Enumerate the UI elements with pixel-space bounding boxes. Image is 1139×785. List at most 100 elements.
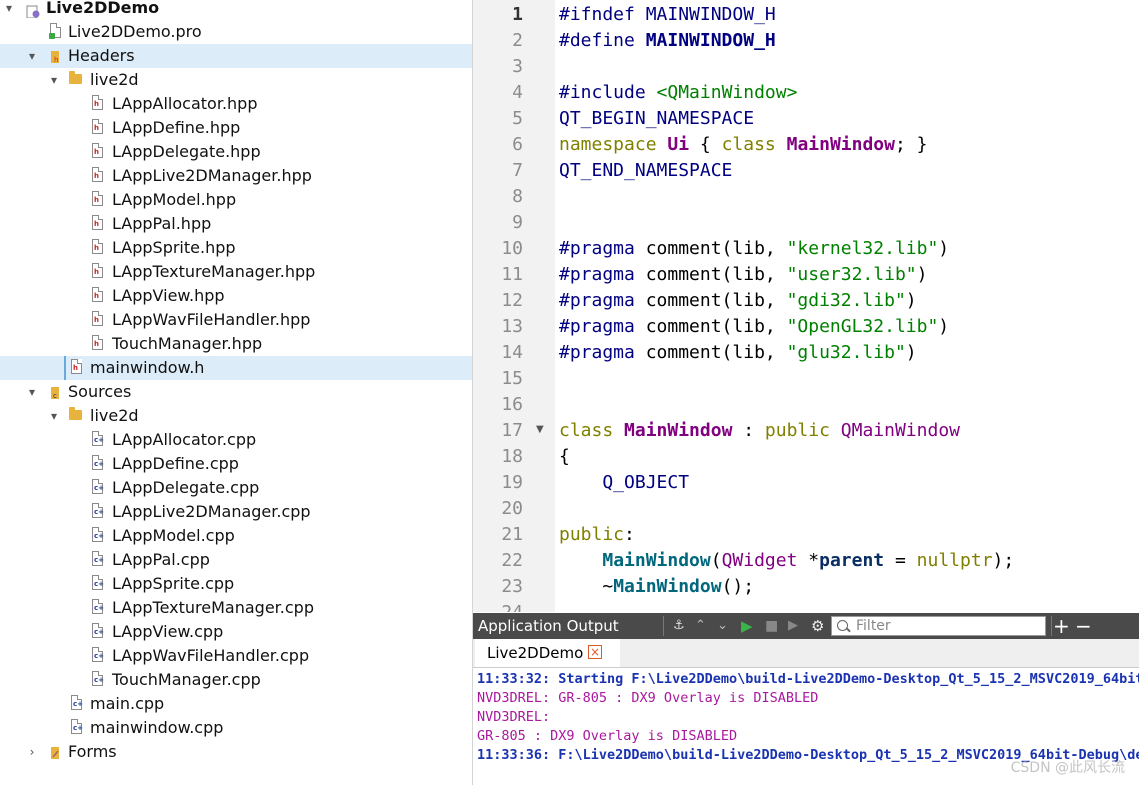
code-line: namespace Ui { class MainWindow; } [559, 134, 928, 155]
line-number: 12 [501, 290, 523, 311]
header-file-icon: h [92, 239, 103, 254]
chevron-down-icon[interactable]: ▾ [25, 380, 39, 404]
tree-item-sources[interactable]: ▾ c Sources [0, 380, 472, 404]
line-number: 7 [512, 160, 523, 181]
run-icon[interactable]: ▶ [741, 613, 753, 639]
tree-label-file: LAppLive2DManager.cpp [112, 502, 311, 521]
tree-item-project[interactable]: ▾ Live2DDemo [0, 0, 472, 20]
sources-folder-icon: c [49, 384, 61, 400]
search-icon [837, 620, 848, 631]
source-file-icon: c+ [71, 719, 83, 734]
line-number: 6 [512, 134, 523, 155]
output-tab-live2ddemo[interactable]: Live2DDemo × [475, 639, 620, 667]
code-line: #pragma comment(lib, "glu32.lib") [559, 342, 917, 363]
tree-item-mainwindow-cpp[interactable]: c+ mainwindow.cpp [0, 716, 472, 740]
tree-item-sources-live2d[interactable]: ▾ live2d [0, 404, 472, 428]
chevron-right-icon[interactable]: › [25, 740, 39, 764]
tree-item-header-file[interactable]: h TouchManager.hpp [0, 332, 472, 356]
tree-item-source-file[interactable]: c+ LAppTextureManager.cpp [0, 596, 472, 620]
gear-icon[interactable]: ⚙ [811, 613, 824, 639]
tree-item-headers[interactable]: ▾ h Headers [0, 44, 472, 68]
tree-item-source-file[interactable]: c+ LAppPal.cpp [0, 548, 472, 572]
headers-folder-icon: h [49, 48, 61, 64]
line-number: 2 [512, 30, 523, 51]
tree-item-source-file[interactable]: c+ LAppWavFileHandler.cpp [0, 644, 472, 668]
tree-item-source-file[interactable]: c+ TouchManager.cpp [0, 668, 472, 692]
debug-icon[interactable]: ▶ [788, 613, 798, 639]
tree-item-header-file[interactable]: h LAppModel.hpp [0, 188, 472, 212]
tree-item-header-file[interactable]: h LAppPal.hpp [0, 212, 472, 236]
code-line: ~MainWindow(); [559, 576, 755, 597]
output-tab-bar: Live2DDemo × [473, 639, 1139, 668]
filter-input[interactable]: Filter [831, 616, 1046, 636]
chevron-down-icon[interactable]: ▾ [25, 44, 39, 68]
output-line: 11:33:32: Starting F:\Live2DDemo\build-L… [477, 671, 1139, 687]
code-line: #pragma comment(lib, "gdi32.lib") [559, 290, 917, 311]
header-file-icon: h [92, 191, 103, 206]
tree-item-headers-live2d[interactable]: ▾ live2d [0, 68, 472, 92]
code-editor[interactable]: 1 2 3 4 5 6 7 8 9 10 11 12 13 14 15 16 1… [473, 0, 1139, 612]
line-number: 22 [501, 550, 523, 571]
source-file-icon: c+ [92, 599, 104, 614]
code-line: public: [559, 524, 635, 545]
svg-text:h: h [54, 56, 58, 64]
tree-item-header-file[interactable]: h LAppDefine.hpp [0, 116, 472, 140]
tree-item-pro-file[interactable]: Live2DDemo.pro [0, 20, 472, 44]
stop-icon[interactable]: ■ [765, 613, 778, 639]
tree-item-header-file[interactable]: h LAppView.hpp [0, 284, 472, 308]
tree-item-header-file[interactable]: h LAppTextureManager.hpp [0, 260, 472, 284]
line-number: 8 [512, 186, 523, 207]
tree-label-file: LAppSprite.cpp [112, 574, 235, 593]
tree-item-header-file[interactable]: h LAppSprite.hpp [0, 236, 472, 260]
source-file-icon: c+ [92, 623, 104, 638]
tree-item-source-file[interactable]: c+ LAppModel.cpp [0, 524, 472, 548]
chevron-down-icon[interactable]: ▾ [47, 68, 61, 92]
source-file-icon: c+ [92, 647, 104, 662]
chevron-up-icon[interactable]: ⌃ [695, 613, 706, 639]
tree-item-header-file[interactable]: h LAppDelegate.hpp [0, 140, 472, 164]
tree-item-source-file[interactable]: c+ LAppView.cpp [0, 620, 472, 644]
output-line: NVD3DREL: GR-805 : DX9 Overlay is DISABL… [477, 690, 819, 706]
chevron-down-icon[interactable]: ▾ [47, 404, 61, 428]
tree-item-source-file[interactable]: c+ LAppSprite.cpp [0, 572, 472, 596]
fold-marker-icon[interactable]: ▼ [536, 424, 544, 435]
line-number: 15 [501, 368, 523, 389]
tree-label-file: LAppPal.cpp [112, 550, 210, 569]
tree-item-header-file[interactable]: h LAppAllocator.hpp [0, 92, 472, 116]
tree-item-forms[interactable]: › Forms [0, 740, 472, 764]
tree-label-file: LAppPal.hpp [112, 214, 212, 233]
tree-label-headers: Headers [68, 46, 135, 65]
project-tree: ▾ Live2DDemo Live2DDemo.pro ▾ h Headers … [0, 0, 473, 785]
tree-label-file: TouchManager.cpp [112, 670, 261, 689]
tree-item-source-file[interactable]: c+ LAppDefine.cpp [0, 452, 472, 476]
tree-label-file: LAppAllocator.hpp [112, 94, 258, 113]
attach-icon[interactable]: ⚓ [673, 613, 685, 639]
code-line: { [559, 446, 570, 467]
tree-item-source-file[interactable]: c+ LAppDelegate.cpp [0, 476, 472, 500]
source-file-icon: c+ [92, 527, 104, 542]
tree-label-file: LAppWavFileHandler.hpp [112, 310, 311, 329]
tree-label-file: LAppTextureManager.cpp [112, 598, 314, 617]
tree-label-file: mainwindow.h [90, 358, 205, 377]
source-file-icon: c+ [92, 455, 104, 470]
chevron-down-icon[interactable]: ▾ [2, 0, 16, 20]
plus-icon[interactable]: + [1053, 613, 1070, 639]
tree-item-header-file[interactable]: h LAppWavFileHandler.hpp [0, 308, 472, 332]
tree-item-source-file[interactable]: c+ LAppLive2DManager.cpp [0, 500, 472, 524]
output-log[interactable]: 11:33:32: Starting F:\Live2DDemo\build-L… [473, 668, 1139, 785]
tree-item-mainwindow-h[interactable]: h mainwindow.h [0, 356, 472, 380]
source-file-icon: c+ [92, 575, 104, 590]
minus-icon[interactable]: − [1075, 613, 1092, 639]
header-file-icon: h [71, 359, 82, 374]
output-line: NVD3DREL: [477, 709, 551, 725]
tree-item-source-file[interactable]: c+ LAppAllocator.cpp [0, 428, 472, 452]
tree-item-header-file[interactable]: h LAppLive2DManager.hpp [0, 164, 472, 188]
output-line: GR-805 : DX9 Overlay is DISABLED [477, 728, 738, 744]
tree-label-folder: live2d [90, 70, 139, 89]
tree-label-forms: Forms [68, 742, 117, 761]
close-icon[interactable]: × [588, 645, 602, 659]
watermark: CSDN @此风长流 [1010, 760, 1125, 776]
toolbar-separator [1051, 616, 1052, 636]
tree-item-main-cpp[interactable]: c+ main.cpp [0, 692, 472, 716]
chevron-down-icon[interactable]: ⌄ [717, 613, 728, 639]
